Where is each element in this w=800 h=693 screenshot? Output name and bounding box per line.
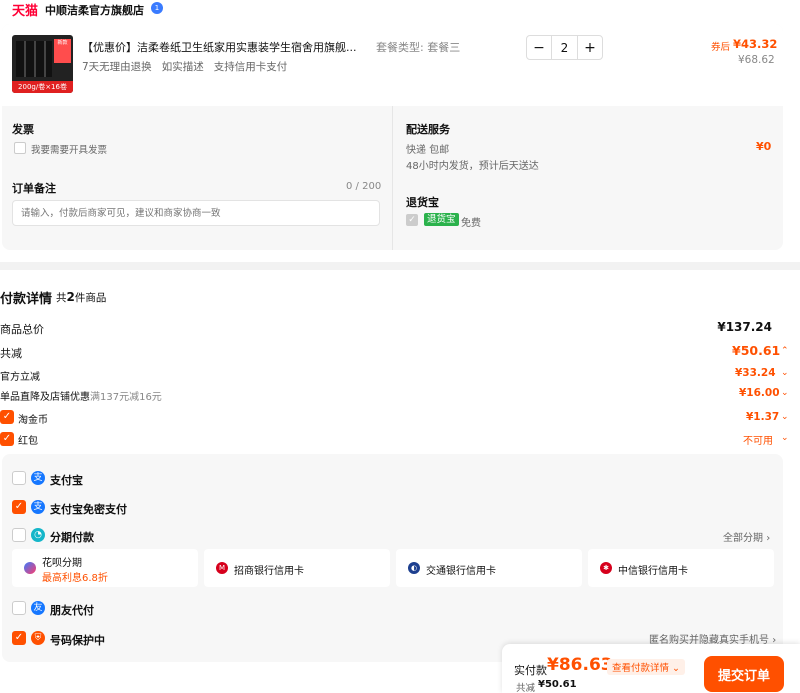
number-protect-label[interactable]: 号码保护中 xyxy=(50,632,105,648)
number-protect-checkbox[interactable]: ✓ xyxy=(12,631,26,645)
bank-name: 中信银行信用卡 xyxy=(618,566,688,577)
subtotal-label: 商品总价 xyxy=(0,323,44,336)
pay-amount: ¥86.63 xyxy=(547,655,613,675)
total-discount-value[interactable]: ¥50.61 xyxy=(732,343,780,358)
friend-pay-checkbox[interactable] xyxy=(12,601,26,615)
alipay-icon: 支 xyxy=(31,500,45,514)
package-type[interactable]: 套餐类型: 套餐三 xyxy=(376,39,460,55)
installment-checkbox[interactable] xyxy=(12,528,26,542)
official-discount-label: 官方立减 xyxy=(0,372,40,383)
alipay-label[interactable]: 支付宝 xyxy=(50,472,83,488)
subtotal-value: ¥137.24 xyxy=(717,320,772,334)
red-packet-label: 红包 xyxy=(18,436,38,447)
bocom-icon: ◐ xyxy=(408,562,420,574)
quantity-stepper[interactable]: − 2 + xyxy=(526,35,603,60)
bank-name: 花呗分期 xyxy=(42,558,82,569)
product-original-price: ¥68.62 xyxy=(738,54,775,66)
delivery-method: 快递 包邮 xyxy=(406,145,450,156)
alipay-icon: 支 xyxy=(31,471,45,485)
red-packet-checkbox[interactable]: ✓ xyxy=(0,432,14,446)
checkout-bar: 实付款 ¥86.63 查看付款详情 ⌄ 共减 ¥50.61 提交订单 xyxy=(502,644,800,693)
quantity-value[interactable]: 2 xyxy=(551,36,578,59)
coupon-label: 券后 xyxy=(711,42,731,53)
bank-option-citic[interactable]: ✱ 中信银行信用卡 xyxy=(588,549,774,587)
return-insurance-checkbox[interactable]: ✓ xyxy=(406,214,418,226)
submit-order-button[interactable]: 提交订单 xyxy=(704,656,784,692)
footer-reduce-amount: ¥50.61 xyxy=(538,679,577,690)
chevron-down-icon[interactable]: ⌄ xyxy=(781,412,789,422)
shield-icon: ⛨ xyxy=(31,631,45,645)
bank-name: 交通银行信用卡 xyxy=(426,566,496,577)
total-discount-label: 共减 xyxy=(0,347,22,360)
return-insurance-tag: 退货宝 xyxy=(424,213,459,226)
invoice-checkbox[interactable] xyxy=(14,142,26,154)
chevron-down-icon[interactable]: ⌄ xyxy=(781,388,789,398)
decrease-button[interactable]: − xyxy=(527,36,551,59)
red-packet-value: 不可用 xyxy=(743,436,773,447)
official-discount-value: ¥33.24 xyxy=(735,367,776,379)
store-discount-label: 单品直降及店铺优惠 xyxy=(0,392,90,403)
tmall-logo: 天猫 xyxy=(12,4,39,19)
friend-pay-icon: 友 xyxy=(31,601,45,615)
store-badge-icon: 1 xyxy=(151,2,163,14)
installment-icon: ◔ xyxy=(31,528,45,542)
taojinbi-value: ¥1.37 xyxy=(746,411,780,423)
bank-name: 招商银行信用卡 xyxy=(234,566,304,577)
all-installments-link[interactable]: 全部分期 › xyxy=(723,529,770,544)
alipay-checkbox[interactable] xyxy=(12,471,26,485)
delivery-eta: 48小时内发货，预计后天送达 xyxy=(406,161,539,172)
bank-option-bocom[interactable]: ◐ 交通银行信用卡 xyxy=(396,549,582,587)
bank-promo: 最高利息6.8折 xyxy=(42,573,108,584)
taojinbi-label: 淘金币 xyxy=(18,415,48,426)
store-discount-value: ¥16.00 xyxy=(739,387,780,399)
bank-option-cmb[interactable]: M 招商银行信用卡 xyxy=(204,549,390,587)
invoice-option-label[interactable]: 我要需要开具发票 xyxy=(31,142,107,156)
store-discount-note: 满137元减16元 xyxy=(90,392,162,403)
item-count: 共2件商品 xyxy=(56,290,107,304)
alipay-free-checkbox[interactable]: ✓ xyxy=(12,500,26,514)
alipay-free-label[interactable]: 支付宝免密支付 xyxy=(50,501,127,517)
pay-amount-label: 实付款 xyxy=(514,664,547,677)
cmb-icon: M xyxy=(216,562,228,574)
increase-button[interactable]: + xyxy=(578,36,602,59)
remark-input[interactable] xyxy=(12,200,380,226)
huabei-icon xyxy=(24,562,36,574)
remark-char-count: 0 / 200 xyxy=(346,181,382,192)
product-title[interactable]: 【优惠价】洁柔卷纸卫生纸家用实惠装学生宿舍用旗舰... xyxy=(82,39,357,55)
delivery-title: 配送服务 xyxy=(406,123,450,136)
chevron-up-icon[interactable]: ⌃ xyxy=(781,346,789,356)
view-payment-detail-link[interactable]: 查看付款详情 ⌄ xyxy=(607,659,686,675)
return-insurance-title: 退货宝 xyxy=(406,196,439,209)
return-insurance-text: 免费 xyxy=(461,218,481,229)
chevron-down-icon[interactable]: ⌄ xyxy=(781,433,789,443)
footer-reduce-label: 共减 xyxy=(516,683,536,693)
delivery-price: ¥0 xyxy=(756,140,772,153)
product-thumbnail[interactable]: 新款 200g/卷×16卷 xyxy=(12,35,73,93)
payment-detail-title: 付款详情 xyxy=(0,292,53,307)
friend-pay-label[interactable]: 朋友代付 xyxy=(50,602,94,618)
remark-title: 订单备注 xyxy=(12,182,56,195)
bank-option-huabei[interactable]: 花呗分期 最高利息6.8折 xyxy=(12,549,198,587)
store-name[interactable]: 中顺洁柔官方旗舰店 xyxy=(45,2,144,18)
product-price: ¥43.32 xyxy=(733,37,778,51)
invoice-title: 发票 xyxy=(12,123,34,136)
service-tags: 7天无理由退换 如实描述 支持信用卡支付 xyxy=(82,61,288,73)
installment-label[interactable]: 分期付款 xyxy=(50,529,94,545)
citic-icon: ✱ xyxy=(600,562,612,574)
chevron-down-icon[interactable]: ⌄ xyxy=(781,368,789,378)
taojinbi-checkbox[interactable]: ✓ xyxy=(0,410,14,424)
